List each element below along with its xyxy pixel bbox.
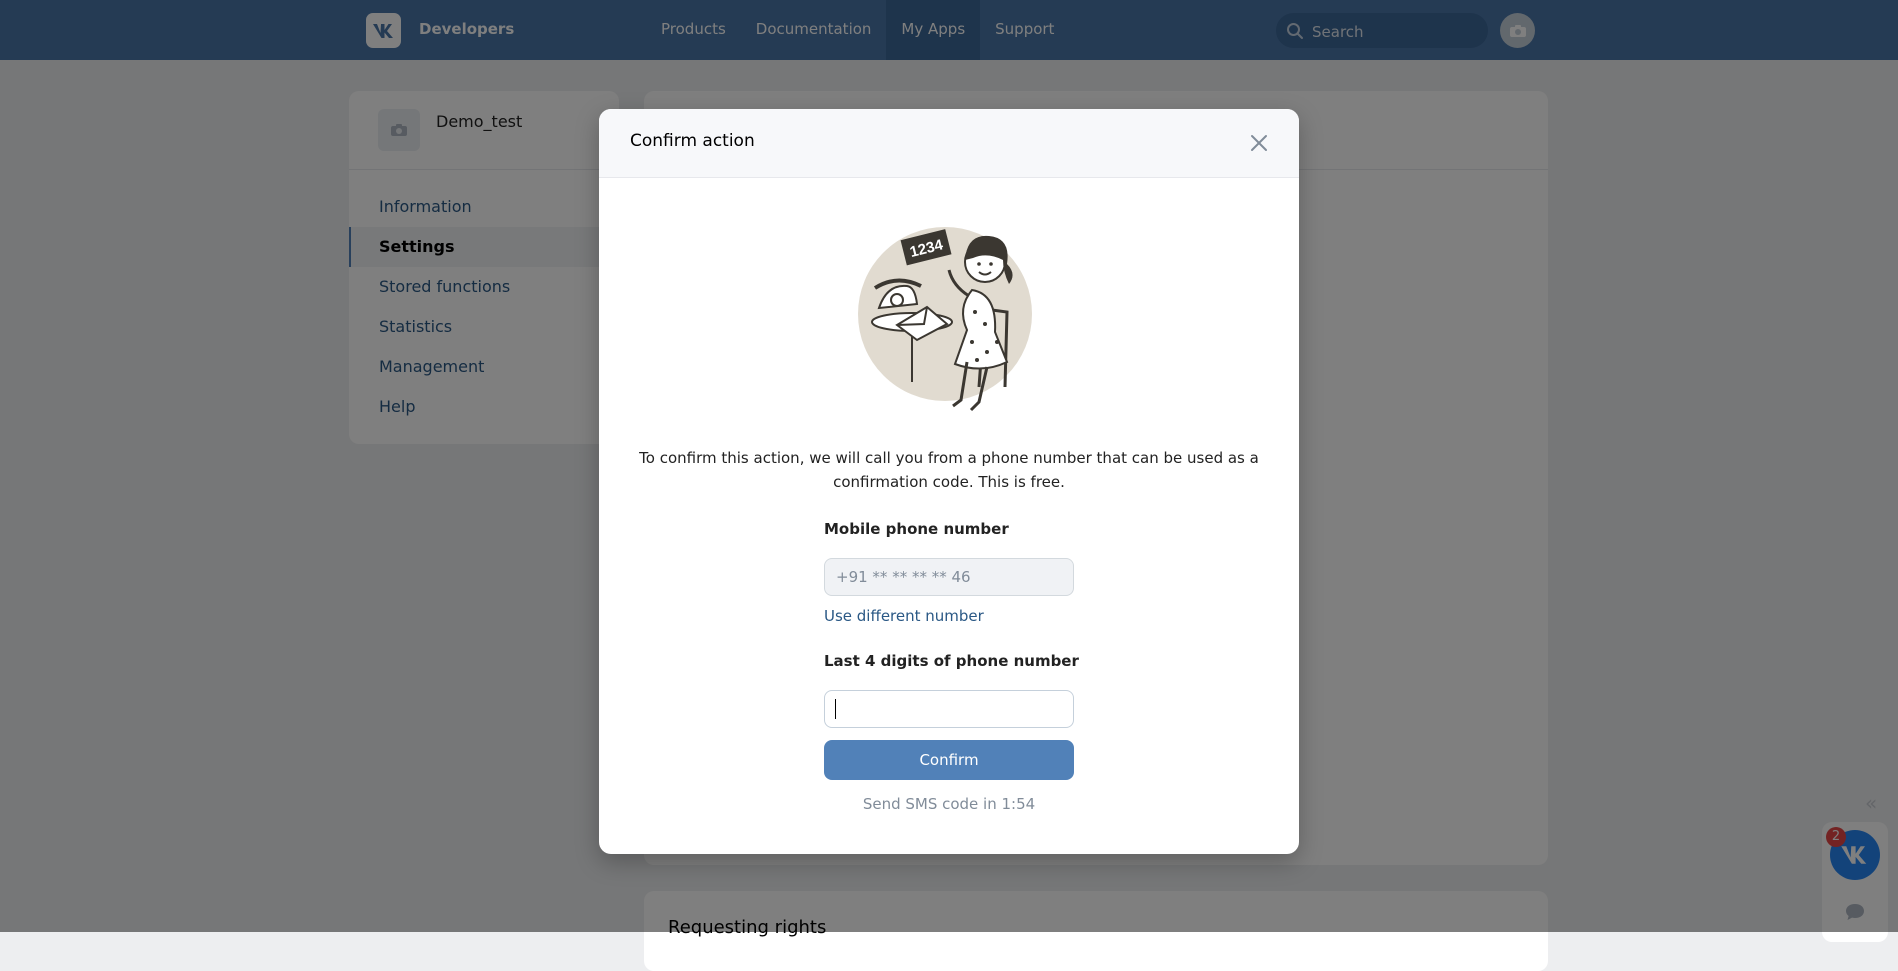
phone-input[interactable] [824,558,1074,596]
text-cursor [835,699,836,719]
use-different-number-link[interactable]: Use different number [824,607,984,625]
last-digits-input[interactable] [824,690,1074,728]
last-digits-label: Last 4 digits of phone number [824,652,1079,670]
modal-header: Confirm action [599,109,1299,178]
close-icon[interactable] [1247,131,1271,155]
phone-call-illustration: 1234 [858,227,1032,412]
modal-title: Confirm action [630,131,755,151]
phone-label: Mobile phone number [824,520,1009,538]
modal-description: To confirm this action, we will call you… [639,449,1259,491]
confirm-action-modal: Confirm action 1234 To confirm this acti… [599,109,1299,854]
sms-timer-text: Send SMS code in 1:54 [862,795,1036,813]
confirm-button[interactable]: Confirm [824,740,1074,780]
